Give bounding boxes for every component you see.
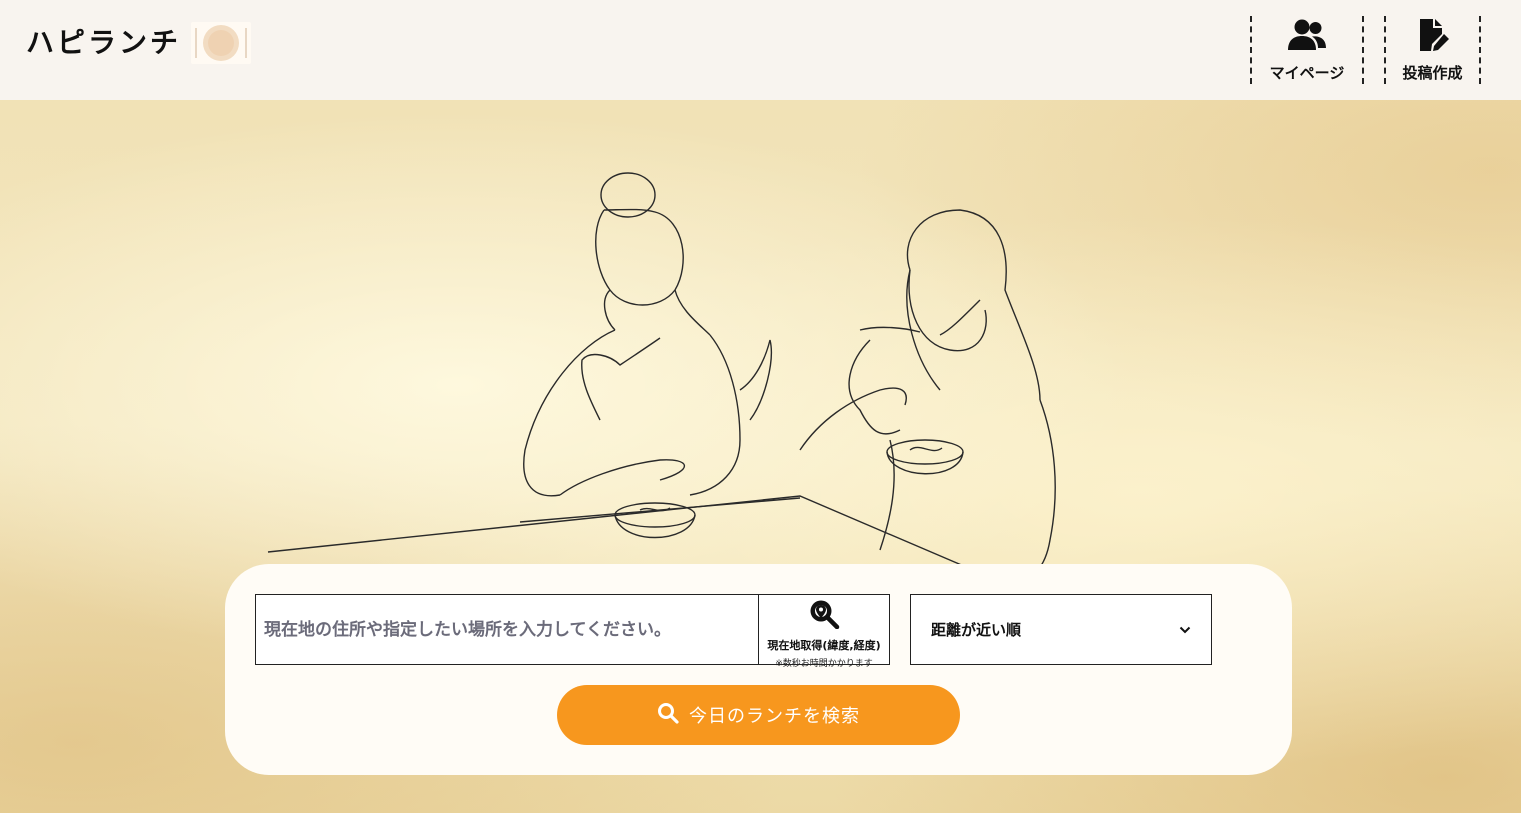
logo-text: ハピランチ: [26, 26, 182, 59]
nav-mypage-label: マイページ: [1269, 64, 1345, 82]
search-lunch-button[interactable]: 今日のランチを検索: [557, 685, 960, 745]
plate-icon: [191, 22, 252, 64]
header: ハピランチ マイページ 投稿作成: [0, 0, 1521, 100]
nav-create-post-button[interactable]: 投稿作成: [1384, 16, 1481, 84]
location-search-input[interactable]: [255, 594, 759, 665]
chevron-down-icon: [1179, 621, 1191, 639]
get-current-location-button[interactable]: 現在地取得(緯度,経度) ※数秒お時間かかります: [758, 594, 890, 669]
users-icon: [1287, 16, 1327, 56]
logo[interactable]: ハピランチ: [26, 22, 252, 64]
sort-order-value: 距離が近い順: [931, 621, 1022, 639]
search-card: 現在地取得(緯度,経度) ※数秒お時間かかります 距離が近い順 今日のランチを検…: [225, 564, 1292, 775]
nav-create-post-label: 投稿作成: [1402, 64, 1463, 82]
hero-section: 現在地取得(緯度,経度) ※数秒お時間かかります 距離が近い順 今日のランチを検…: [0, 100, 1521, 813]
sort-order-select[interactable]: 距離が近い順: [910, 594, 1212, 665]
file-edit-icon: [1413, 16, 1453, 56]
get-current-location-label: 現在地取得(緯度,経度): [767, 639, 881, 652]
search-lunch-label: 今日のランチを検索: [689, 706, 860, 727]
nav-mypage-button[interactable]: マイページ: [1250, 16, 1364, 84]
women-eating-lineart: [267, 172, 1120, 591]
map-pin-search-icon: [808, 595, 840, 633]
get-current-location-note: ※数秒お時間かかります: [775, 659, 873, 669]
search-icon: [657, 702, 679, 729]
